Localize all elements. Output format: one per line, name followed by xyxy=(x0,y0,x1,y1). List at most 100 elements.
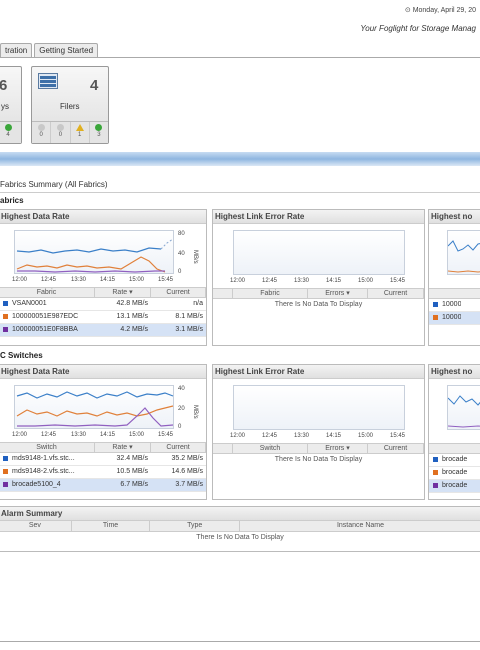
legend-swatch xyxy=(433,456,438,462)
series-987edc-line xyxy=(16,256,166,273)
filers-tile[interactable]: 4 Filers 0 0 1 3 xyxy=(31,66,109,144)
table-row[interactable]: VSAN0001 42.8 MB/s n/a xyxy=(0,298,206,311)
switches-error-grid: Switch Errors ▾ Current There Is No Data… xyxy=(213,443,424,466)
legend-swatch xyxy=(3,468,8,474)
y-axis-unit: MB/s xyxy=(192,250,198,264)
col-type[interactable]: Type xyxy=(150,521,240,531)
empty-message: There Is No Data To Display xyxy=(274,301,363,308)
fabrics-third-chart xyxy=(447,230,480,275)
col-current[interactable]: Current xyxy=(151,443,206,452)
series-0f8bba-line xyxy=(17,270,165,273)
x-tick: 13:30 xyxy=(294,433,310,439)
date-text: Monday, April 29, 20 xyxy=(412,7,476,14)
fabrics-link-error-panel: Highest Link Error Rate 12:00 12:45 13:3… xyxy=(212,209,425,346)
table-row[interactable]: 100000051E987EDC 13.1 MB/s 8.1 MB/s xyxy=(0,311,206,324)
table-row[interactable]: brocade xyxy=(429,454,480,467)
y-tick: 40 xyxy=(178,386,185,392)
filers-label: Filers xyxy=(60,102,80,111)
filers-stat-info: 0 xyxy=(51,122,71,143)
tab-getting-started[interactable]: Getting Started xyxy=(34,43,99,58)
fabrics-section-title: abrics xyxy=(0,196,24,205)
arrays-status-row: 4 xyxy=(0,121,21,143)
x-tick: 12:00 xyxy=(12,277,28,283)
col-rate[interactable]: Rate ▾ xyxy=(95,288,151,297)
footer-divider xyxy=(0,641,480,642)
tab-administration[interactable]: tration xyxy=(0,43,33,58)
x-tick: 15:45 xyxy=(158,277,174,283)
col-switch[interactable]: Switch xyxy=(0,443,95,452)
grid-header: Fabric Errors ▾ Current xyxy=(213,288,424,299)
legend-swatch xyxy=(3,481,8,487)
x-tick: 15:45 xyxy=(390,433,406,439)
switches-third-chart xyxy=(447,385,480,430)
clock-icon: ⊙ xyxy=(404,7,411,14)
empty-message: There Is No Data To Display xyxy=(196,534,284,541)
series-brocade5100-line xyxy=(17,407,174,427)
x-tick: 12:45 xyxy=(262,433,278,439)
arrays-stat-ok: 4 xyxy=(0,122,21,143)
table-row[interactable]: brocade5100_4 6.7 MB/s 3.7 MB/s xyxy=(0,479,206,492)
filers-stat-ok: 3 xyxy=(90,122,108,143)
switches-rate-grid: Switch Rate ▾ Current mds9148-1.vfs.stc.… xyxy=(0,442,206,492)
series-mds9148-1-line xyxy=(16,391,174,399)
col-current[interactable]: Current xyxy=(368,444,424,453)
y-tick: 80 xyxy=(178,231,185,237)
grid-header: Switch Rate ▾ Current xyxy=(0,442,206,453)
x-tick: 12:00 xyxy=(230,433,246,439)
table-row[interactable]: brocade xyxy=(429,467,480,480)
grid-header: Switch Errors ▾ Current xyxy=(213,443,424,454)
y-tick: 40 xyxy=(178,251,185,257)
legend-swatch xyxy=(3,313,8,319)
col-instance-name[interactable]: Instance Name xyxy=(240,521,480,531)
col-current[interactable]: Current xyxy=(151,288,206,297)
table-row[interactable]: brocade xyxy=(429,480,480,493)
tab-bar: tration Getting Started xyxy=(0,43,100,58)
arrays-tile[interactable]: 6 ys 4 xyxy=(0,66,22,144)
legend-swatch xyxy=(3,300,8,306)
y-tick: 0 xyxy=(178,269,182,275)
y-tick: 20 xyxy=(178,406,185,412)
panel-title: Highest no xyxy=(429,365,480,379)
table-row[interactable]: 10000 xyxy=(429,312,480,325)
col-fabric[interactable]: Fabric xyxy=(0,288,95,297)
empty-message: There Is No Data To Display xyxy=(274,456,363,463)
x-tick: 14:15 xyxy=(100,432,116,438)
fabrics-rate-grid: Fabric Rate ▾ Current VSAN0001 42.8 MB/s… xyxy=(0,287,206,337)
col-rate[interactable]: Rate ▾ xyxy=(95,443,151,452)
fabrics-rate-chart xyxy=(14,230,174,274)
col-errors[interactable]: Errors ▾ xyxy=(308,289,368,298)
fabrics-third-panel: Highest no 10000 10000 xyxy=(428,209,480,346)
section-band xyxy=(0,152,480,166)
x-tick: 15:45 xyxy=(158,432,174,438)
x-tick: 12:00 xyxy=(12,432,28,438)
legend-swatch xyxy=(433,482,438,488)
table-row[interactable]: 100000051E0F8BBA 4.2 MB/s 3.1 MB/s xyxy=(0,324,206,337)
col-errors[interactable]: Errors ▾ xyxy=(308,444,368,453)
fabrics-error-grid: Fabric Errors ▾ Current There Is No Data… xyxy=(213,288,424,311)
info-status-icon xyxy=(56,124,64,131)
grid-header xyxy=(429,443,480,454)
legend-swatch xyxy=(433,314,438,320)
y-axis-unit: MB/s xyxy=(192,405,198,419)
panel-title: Highest Data Rate xyxy=(0,210,206,224)
legend-swatch xyxy=(3,326,8,332)
col-sev[interactable]: Sev xyxy=(0,521,72,531)
tab-divider xyxy=(0,57,480,58)
table-row[interactable]: mds9148-1.vfs.stc... 32.4 MB/s 35.2 MB/s xyxy=(0,453,206,466)
legend-swatch xyxy=(433,301,438,307)
col-time[interactable]: Time xyxy=(72,521,151,531)
filers-stat-unknown: 0 xyxy=(32,122,52,143)
grid-header xyxy=(429,288,480,299)
table-row[interactable]: mds9148-2.vfs.stc... 10.5 MB/s 14.6 MB/s xyxy=(0,466,206,479)
col-fabric[interactable]: Fabric xyxy=(233,289,308,298)
table-row[interactable]: 10000 xyxy=(429,299,480,312)
app-tagline: Your Foglight for Storage Manag xyxy=(360,24,476,33)
col-switch[interactable]: Switch xyxy=(233,444,308,453)
x-tick: 12:00 xyxy=(230,278,246,284)
summary-divider xyxy=(0,192,480,193)
x-tick: 13:30 xyxy=(71,432,87,438)
panel-title: Highest Link Error Rate xyxy=(213,365,424,379)
fabrics-error-chart xyxy=(233,230,405,275)
filers-count: 4 xyxy=(90,77,99,94)
col-current[interactable]: Current xyxy=(368,289,424,298)
